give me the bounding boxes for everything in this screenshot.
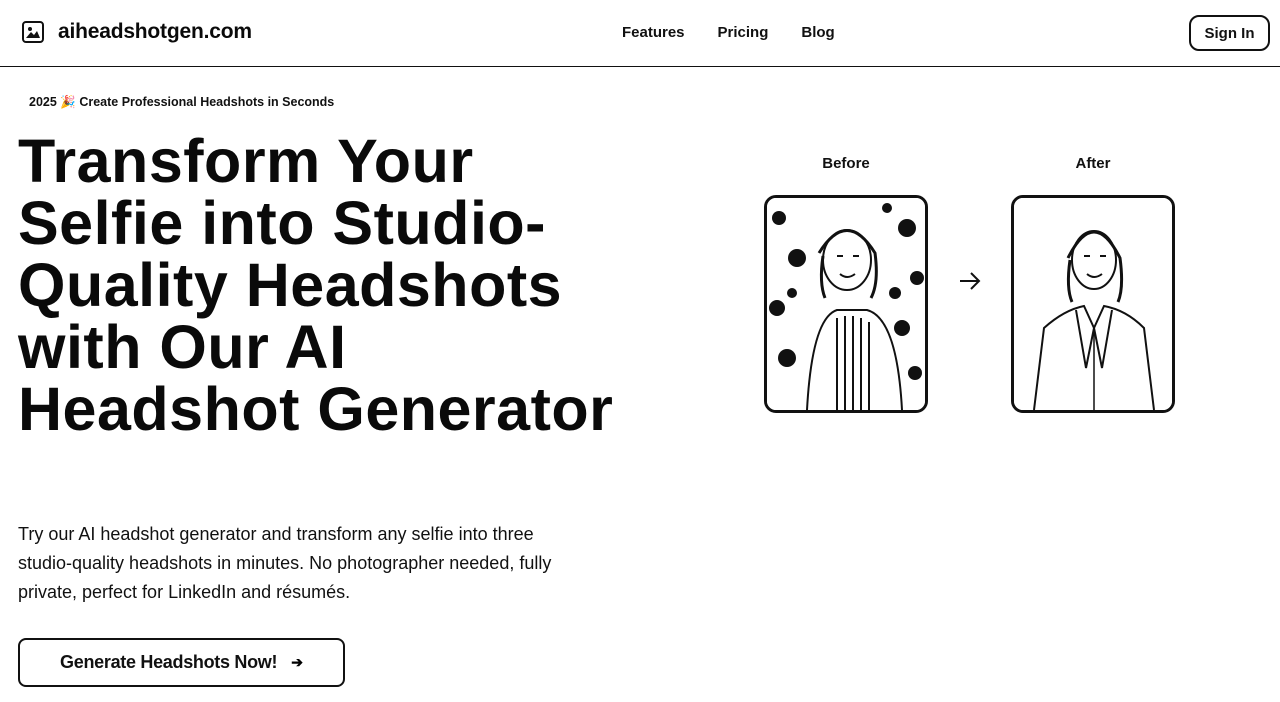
hero-subtitle: Try our AI headshot generator and transf… — [18, 524, 552, 602]
image-icon — [22, 21, 44, 43]
main-nav: Features Pricing Blog — [622, 24, 835, 41]
brand-name: aiheadshotgen.com — [58, 20, 252, 43]
before-photo — [764, 195, 928, 413]
hero-badge: 2025 🎉 Create Professional Headshots in … — [29, 95, 335, 109]
before-label: Before — [822, 155, 870, 172]
brand[interactable]: aiheadshotgen.com — [22, 20, 252, 44]
nav-blog[interactable]: Blog — [801, 24, 834, 41]
site-header: aiheadshotgen.com Features Pricing Blog … — [0, 0, 1280, 67]
cta-label: Generate Headshots Now! — [60, 652, 278, 672]
hero-title: Transform Your Selfie into Studio-Qualit… — [18, 127, 614, 443]
after-label: After — [1075, 155, 1111, 172]
nav-features[interactable]: Features — [622, 24, 685, 41]
nav-pricing[interactable]: Pricing — [718, 24, 769, 41]
sign-in-button[interactable]: Sign In — [1189, 15, 1270, 51]
arrow-right-icon — [960, 272, 981, 290]
generate-headshots-button[interactable]: Generate Headshots Now! ➔ — [18, 638, 345, 687]
after-photo — [1011, 195, 1175, 413]
arrow-right-icon: ➔ — [291, 654, 303, 670]
